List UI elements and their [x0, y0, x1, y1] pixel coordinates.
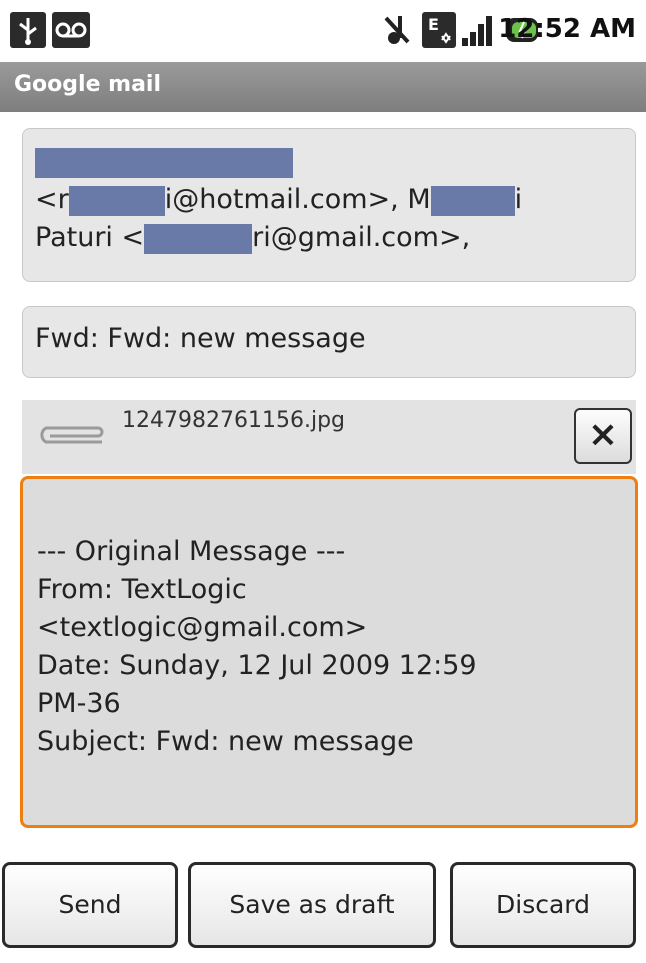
close-icon: ×: [587, 414, 619, 455]
message-body[interactable]: --- Original Message --- From: TextLogic…: [20, 476, 638, 828]
svg-text:E: E: [428, 15, 439, 34]
signal-icon: [460, 12, 496, 48]
send-button[interactable]: Send: [2, 862, 178, 948]
discard-button[interactable]: Discard: [450, 862, 636, 948]
redacted-block: [144, 223, 253, 254]
body-line: Date: Sunday, 12 Jul 2009 12:59: [37, 650, 477, 681]
save-draft-button[interactable]: Save as draft: [188, 862, 436, 948]
body-line: --- Original Message ---: [37, 536, 346, 567]
to-line-2: Paturi < ri@gmail.com>,: [35, 222, 471, 254]
compose-view: <r i@hotmail.com>, Mi Paturi < ri@gmail.co…: [0, 112, 646, 963]
body-line: Subject: Fwd: new message: [37, 726, 414, 757]
app-title: Google mail: [14, 72, 162, 97]
paperclip-icon: [40, 426, 104, 444]
mute-icon: [380, 12, 414, 48]
data-icon: E: [422, 12, 456, 48]
button-bar: Send Save as draft Discard: [0, 854, 646, 963]
usb-icon: [10, 12, 46, 48]
redacted-block: [35, 147, 293, 178]
body-line: PM-36: [37, 688, 121, 719]
to-line-1: <r i@hotmail.com>, Mi: [35, 184, 523, 216]
status-bar: E 12:52 AM: [0, 0, 646, 62]
redacted-block: [430, 185, 515, 216]
clock: 12:52 AM: [498, 14, 636, 44]
redacted-block: [68, 185, 165, 216]
subject-field[interactable]: Fwd: Fwd: new message: [22, 306, 636, 378]
remove-attachment-button[interactable]: ×: [574, 408, 632, 464]
title-bar: Google mail: [0, 62, 646, 112]
body-line: From: TextLogic: [37, 574, 247, 605]
to-field[interactable]: <r i@hotmail.com>, Mi Paturi < ri@gmail.co…: [22, 128, 636, 282]
subject-text: Fwd: Fwd: new message: [35, 323, 366, 354]
body-line: <textlogic@gmail.com>: [37, 612, 368, 643]
attachment-filename: 1247982761156.jpg: [122, 408, 345, 433]
attachment-row: 1247982761156.jpg ×: [22, 400, 636, 474]
voicemail-icon: [52, 12, 90, 48]
